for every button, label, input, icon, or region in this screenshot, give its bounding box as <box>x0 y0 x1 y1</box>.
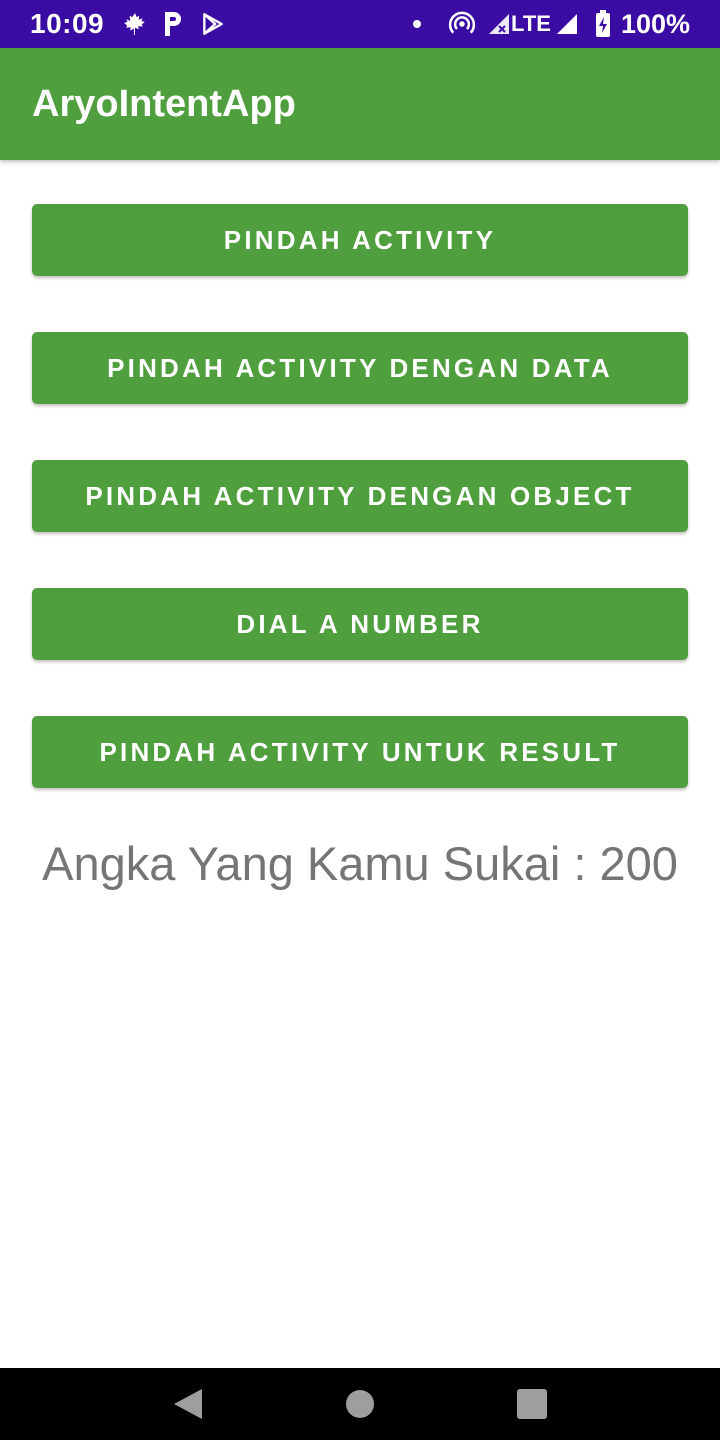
pindah-activity-dengan-object-button[interactable]: PINDAH ACTIVITY DENGAN OBJECT <box>32 460 688 532</box>
screen: 10:09 LTE 100% AryoIntentApp PINDAH ACTI… <box>0 0 720 1440</box>
parking-icon <box>162 10 186 38</box>
result-text: Angka Yang Kamu Sukai : 200 <box>42 837 678 890</box>
play-store-icon <box>200 11 226 37</box>
status-right: LTE 100% <box>411 9 690 40</box>
app-title: AryoIntentApp <box>32 82 296 125</box>
button-list: PINDAH ACTIVITY PINDAH ACTIVITY DENGAN D… <box>32 204 688 844</box>
back-icon[interactable] <box>158 1374 218 1434</box>
notification-dot-icon <box>411 18 423 30</box>
status-left: 10:09 <box>30 8 240 40</box>
dial-a-number-button[interactable]: DIAL A NUMBER <box>32 588 688 660</box>
battery-percentage: 100% <box>620 8 690 39</box>
pindah-activity-button[interactable]: PINDAH ACTIVITY <box>32 204 688 276</box>
pindah-activity-dengan-data-button[interactable]: PINDAH ACTIVITY DENGAN DATA <box>32 332 688 404</box>
navigation-bar <box>0 1368 720 1440</box>
battery-charging-icon <box>595 10 611 38</box>
app-bar: AryoIntentApp <box>0 48 720 160</box>
signal-icon <box>555 12 579 36</box>
signal-x-icon <box>487 12 511 36</box>
network-type: LTE <box>511 11 551 36</box>
pindah-activity-untuk-result-button[interactable]: PINDAH ACTIVITY UNTUK RESULT <box>32 716 688 788</box>
maple-leaf-icon <box>122 11 148 37</box>
recents-icon[interactable] <box>502 1374 562 1434</box>
status-bar: 10:09 LTE 100% <box>0 0 720 48</box>
home-icon[interactable] <box>330 1374 390 1434</box>
status-time: 10:09 <box>30 8 105 39</box>
hotspot-icon <box>447 9 477 39</box>
